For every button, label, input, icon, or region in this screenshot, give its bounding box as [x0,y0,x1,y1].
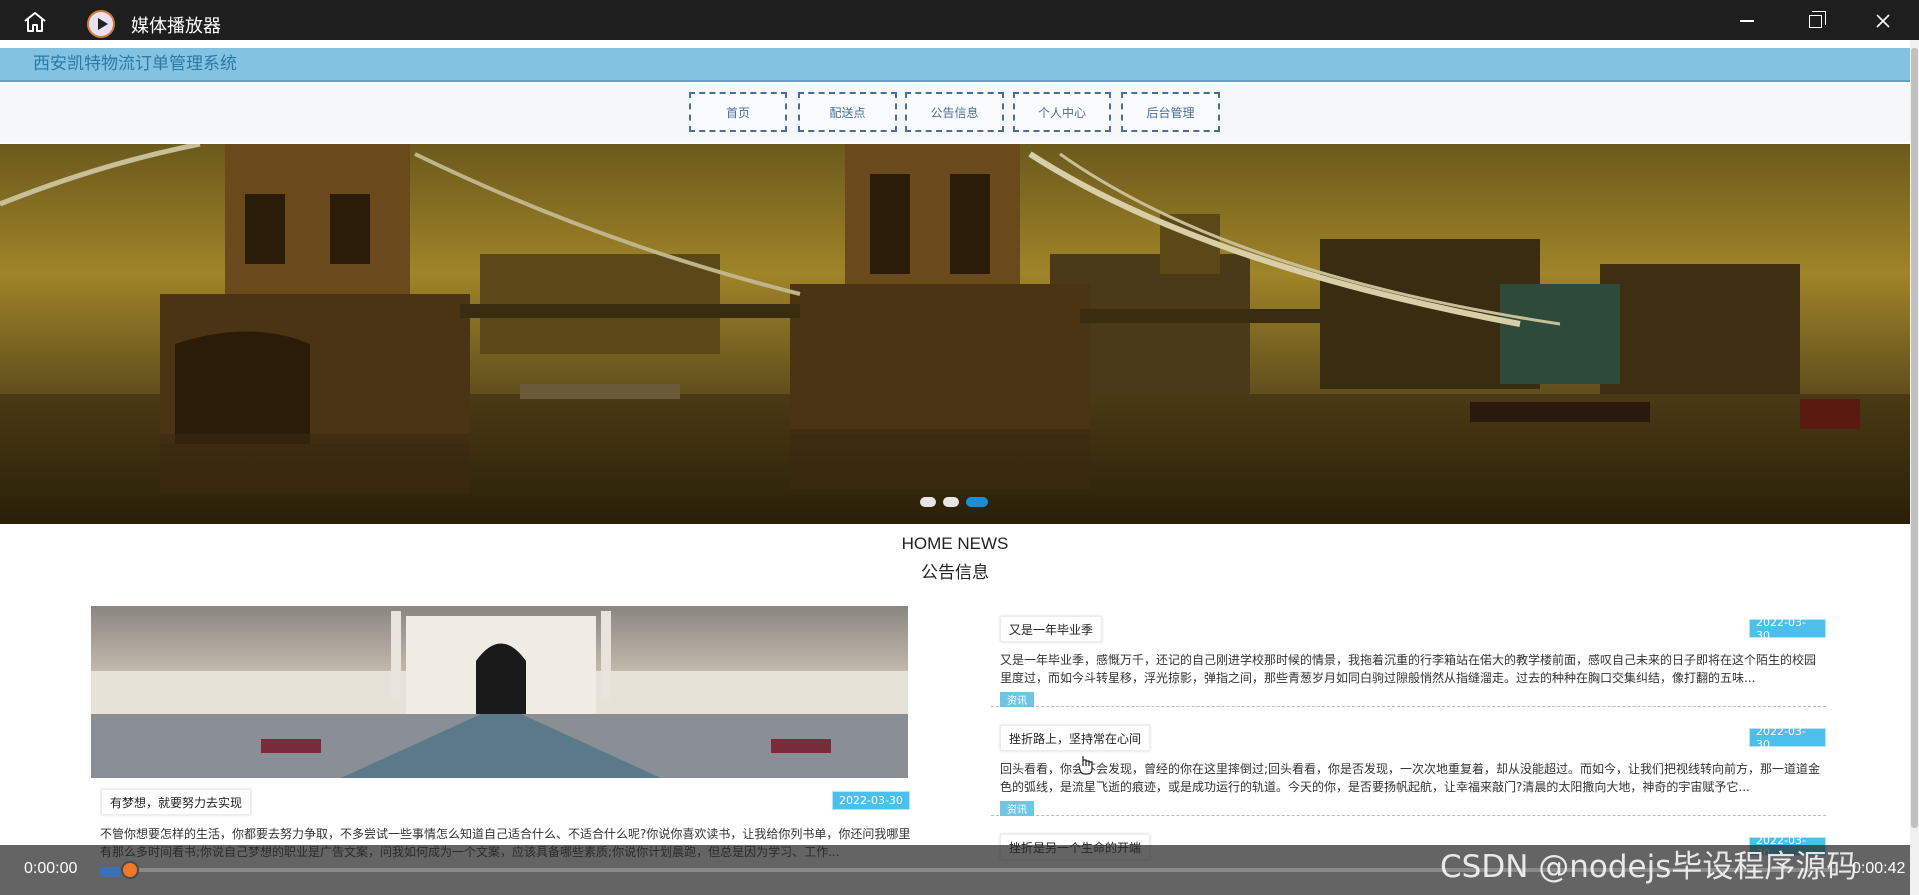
video-viewport[interactable]: 西安凯特物流订单管理系统 首页 配送点 公告信息 个人中心 后台管理 HOME … [0,40,1910,895]
carousel-dot-2[interactable] [943,497,959,507]
banner-image [0,144,1910,524]
close-button[interactable] [1866,8,1900,34]
mosque-image [91,606,908,778]
feature-title[interactable]: 有梦想，就要努力去实现 [101,789,252,815]
carousel-dot-3-active[interactable] [966,497,988,507]
hand-cursor-icon [1078,756,1093,775]
banner-carousel[interactable] [0,144,1910,524]
nav-home[interactable]: 首页 [689,92,787,132]
news-title[interactable]: 又是一年毕业季 [1000,616,1103,642]
section-title-en: HOME NEWS [901,534,1009,553]
feature-date-badge: 2022-03-30 [832,791,910,810]
news-summary: 又是一年毕业季，感慨万千，还记的自己刚进学校那时候的情景，我拖着沉重的行李箱站在… [1000,653,1817,685]
minimize-icon [1740,20,1754,22]
nav-personal-center[interactable]: 个人中心 [1013,92,1111,132]
news-date-badge: 2022-03-30 [1749,725,1826,751]
play-circle-icon [87,10,115,38]
window-titlebar: 媒体播放器 [0,0,1919,40]
maximize-button[interactable] [1798,8,1832,34]
close-icon [1876,14,1890,28]
scrollbar[interactable] [1910,40,1919,895]
restore-icon [1808,10,1826,28]
news-item-2[interactable]: 挫折路上，坚持常在心间 2022-03-30 回头看看，你会不会发现，曾经的你在… [991,715,1826,816]
window-title: 媒体播放器 [131,16,221,37]
scrollbar-thumb[interactable] [1911,48,1918,828]
feature-image[interactable] [91,606,908,778]
seek-knob[interactable] [121,861,139,879]
news-title[interactable]: 挫折路上，坚持常在心间 [1000,725,1151,751]
chapter-thumb [100,867,120,877]
total-time: 0:00:42 [1852,860,1906,877]
news-date-badge: 2022-03-30 [1749,616,1826,642]
nav-admin[interactable]: 后台管理 [1121,92,1220,132]
news-item-1[interactable]: 又是一年毕业季 2022-03-30 又是一年毕业季，感慨万千，还记的自己刚进学… [991,606,1826,707]
site-title: 西安凯特物流订单管理系统 [33,54,237,73]
site-header: 西安凯特物流订单管理系统 [0,48,1910,82]
nav-delivery-points[interactable]: 配送点 [798,92,897,132]
news-tag: 资讯 [1000,801,1034,816]
news-tag: 资讯 [1000,692,1034,707]
current-time: 0:00:00 [24,860,78,877]
section-title-cn: 公告信息 [921,563,989,582]
home-icon[interactable] [22,10,48,34]
news-summary: 回头看看，你会不会发现，曾经的你在这里摔倒过;回头看看，你是否发现，一次次地重复… [1000,762,1821,794]
watermark: CSDN @nodejs毕设程序源码 [1440,849,1858,885]
carousel-dot-1[interactable] [920,497,936,507]
minimize-button[interactable] [1730,8,1764,34]
nav-announcements[interactable]: 公告信息 [905,92,1004,132]
